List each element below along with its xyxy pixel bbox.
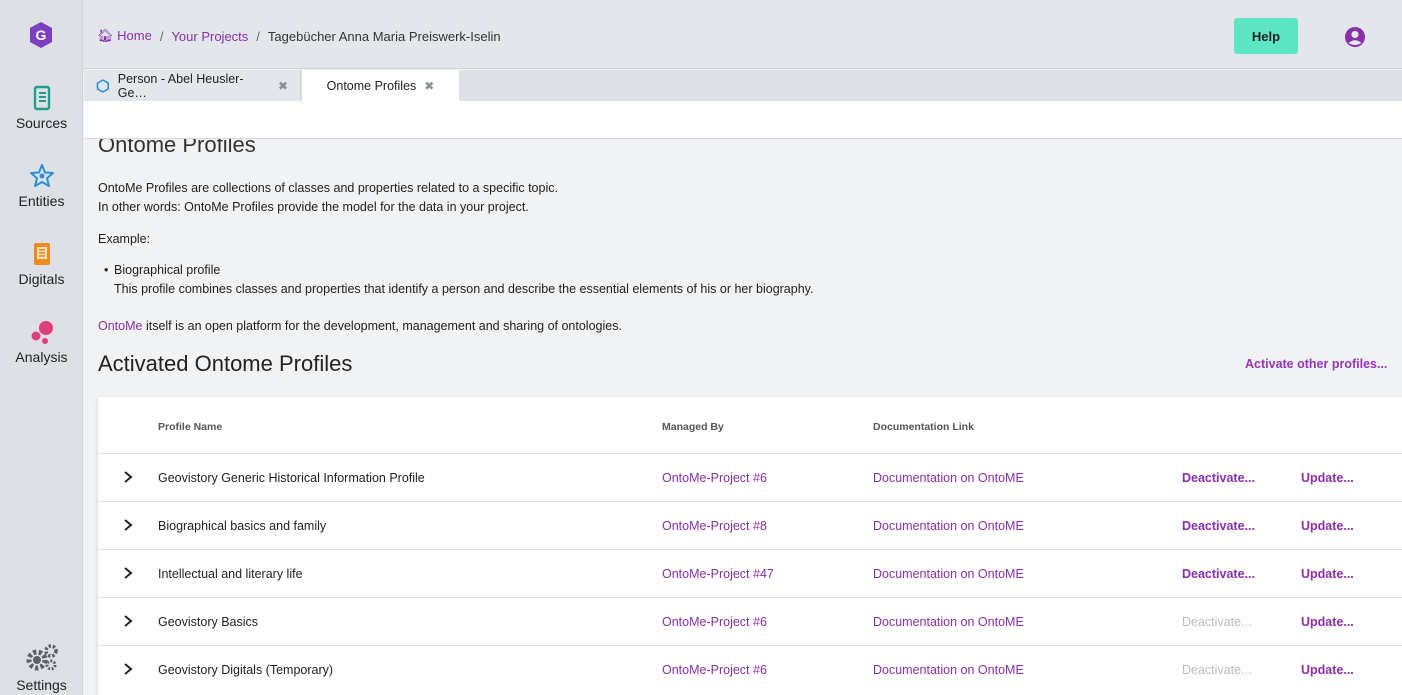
breadcrumb-current-project: Tagebücher Anna Maria Preiswerk-Iselin	[267, 28, 501, 44]
nav-analysis[interactable]: Analysis	[0, 319, 83, 365]
nav-entities-label: Entities	[18, 193, 65, 209]
svg-text:G: G	[36, 27, 47, 43]
intro-text-1: OntoMe Profiles are collections of class…	[98, 181, 558, 195]
nav-entities[interactable]: Entities	[0, 163, 83, 209]
managed-by-link[interactable]: OntoMe-Project #6	[662, 615, 767, 629]
header-profile-name: Profile Name	[158, 421, 223, 433]
close-icon[interactable]: ✖	[424, 79, 434, 93]
geovistory-logo: G	[30, 21, 52, 48]
example-label: Example:	[98, 232, 151, 246]
activate-other-profiles-link[interactable]: Activate other profiles...	[1245, 357, 1387, 371]
profile-name: Geovistory Generic Historical Informatio…	[158, 471, 425, 485]
table-row: Geovistory Basics OntoMe-Project #6 Docu…	[98, 597, 1402, 645]
section-title: Activated Ontome Profiles	[98, 351, 353, 376]
profile-name: Biographical basics and family	[158, 519, 327, 533]
table-row: Intellectual and literary life OntoMe-Pr…	[98, 549, 1402, 597]
tab-ontome-profiles[interactable]: Ontome Profiles ✖	[302, 70, 459, 101]
breadcrumb-separator: /	[256, 28, 260, 44]
top-bar: G 🏠︎ Home / Your Projects / Tagebücher A…	[0, 0, 1402, 69]
nav-sources[interactable]: Sources	[0, 85, 83, 131]
profile-name: Intellectual and literary life	[158, 567, 303, 581]
profiles-table: Profile Name Managed By Documentation Li…	[98, 397, 1402, 695]
nav-analysis-label: Analysis	[15, 349, 68, 365]
nav-settings[interactable]: Settings	[0, 643, 83, 693]
nav-sources-label: Sources	[15, 115, 68, 131]
header-documentation-link: Documentation Link	[873, 421, 974, 433]
example-bullet: • Biographical profile This profile comb…	[104, 261, 814, 299]
managed-by-link[interactable]: OntoMe-Project #6	[662, 471, 767, 485]
nav-digitals[interactable]: Digitals	[0, 241, 83, 287]
managed-by-link[interactable]: OntoMe-Project #47	[662, 567, 774, 581]
deactivate-button[interactable]: Deactivate...	[1182, 567, 1255, 581]
bullet-dot: •	[104, 263, 109, 277]
documentation-link[interactable]: Documentation on OntoME	[873, 471, 1024, 485]
content-toolbar	[84, 101, 1402, 139]
breadcrumb: 🏠︎ Home / Your Projects / Tagebücher Ann…	[97, 28, 501, 44]
ontome-statement-text: itself is an open platform for the devel…	[142, 319, 622, 333]
managed-by-link[interactable]: OntoMe-Project #8	[662, 519, 767, 533]
user-circle-icon[interactable]	[1344, 26, 1366, 48]
update-button[interactable]: Update...	[1301, 519, 1354, 533]
table-row: Biographical basics and family OntoMe-Pr…	[98, 501, 1402, 549]
left-navigation: Sources Entities Digitals Analysis Setti…	[0, 69, 83, 695]
close-icon[interactable]: ✖	[278, 79, 288, 93]
main-content: Ontome Profiles OntoMe Profiles are coll…	[84, 101, 1402, 695]
breadcrumb-home[interactable]: 🏠︎ Home	[97, 28, 152, 44]
app-logo-container[interactable]: G	[0, 0, 83, 69]
documentation-link[interactable]: Documentation on OntoME	[873, 519, 1024, 533]
analysis-icon	[31, 321, 53, 344]
breadcrumb-separator: /	[159, 28, 164, 44]
nav-settings-label: Settings	[16, 677, 67, 693]
ontome-link[interactable]: OntoMe	[98, 319, 142, 333]
home-icon: 🏠︎	[97, 28, 114, 43]
ontome-statement: OntoMe itself is an open platform for th…	[98, 317, 622, 336]
profile-name: Geovistory Basics	[158, 615, 259, 629]
profile-name: Geovistory Digitals (Temporary)	[158, 663, 334, 677]
star-network-icon	[29, 164, 54, 187]
update-button[interactable]: Update...	[1301, 471, 1354, 485]
deactivate-button[interactable]: Deactivate...	[1182, 519, 1255, 533]
hexagon-icon	[96, 78, 110, 93]
documentation-link[interactable]: Documentation on OntoME	[873, 567, 1024, 581]
chevron-right-icon[interactable]	[122, 470, 134, 484]
documentation-link[interactable]: Documentation on OntoME	[873, 663, 1024, 677]
chevron-right-icon[interactable]	[122, 566, 134, 580]
update-button[interactable]: Update...	[1301, 567, 1354, 581]
tab-person-label: Person - Abel Heusler-Ge…	[117, 71, 244, 100]
table-row: Geovistory Generic Historical Informatio…	[98, 453, 1402, 501]
update-button[interactable]: Update...	[1301, 663, 1354, 677]
tab-bar: Person - Abel Heusler-Ge… ✖ Ontome Profi…	[84, 70, 1402, 101]
intro-text-2: In other words: OntoMe Profiles provide …	[98, 200, 529, 214]
scroll-icon	[33, 85, 50, 111]
deactivate-button-disabled: Deactivate...	[1182, 615, 1252, 629]
help-button[interactable]: Help	[1234, 18, 1298, 54]
chevron-right-icon[interactable]	[122, 662, 134, 676]
update-button[interactable]: Update...	[1301, 615, 1354, 629]
nav-digitals-label: Digitals	[18, 271, 65, 287]
bullet-description: This profile combines classes and proper…	[114, 282, 814, 296]
table-row: Geovistory Digitals (Temporary) OntoMe-P…	[98, 645, 1402, 693]
documentation-link[interactable]: Documentation on OntoME	[873, 615, 1024, 629]
chevron-right-icon[interactable]	[122, 614, 134, 628]
tab-ontome-profiles-label: Ontome Profiles	[326, 78, 417, 93]
managed-by-link[interactable]: OntoMe-Project #6	[662, 663, 767, 677]
document-icon	[33, 243, 50, 265]
deactivate-button[interactable]: Deactivate...	[1182, 471, 1255, 485]
chevron-right-icon[interactable]	[122, 518, 134, 532]
tab-person[interactable]: Person - Abel Heusler-Ge… ✖	[84, 70, 301, 101]
gears-icon	[26, 644, 58, 671]
deactivate-button-disabled: Deactivate...	[1182, 663, 1252, 677]
breadcrumb-your-projects[interactable]: Your Projects	[171, 29, 248, 44]
bullet-title: Biographical profile	[114, 263, 221, 277]
header-managed-by: Managed By	[662, 421, 724, 433]
